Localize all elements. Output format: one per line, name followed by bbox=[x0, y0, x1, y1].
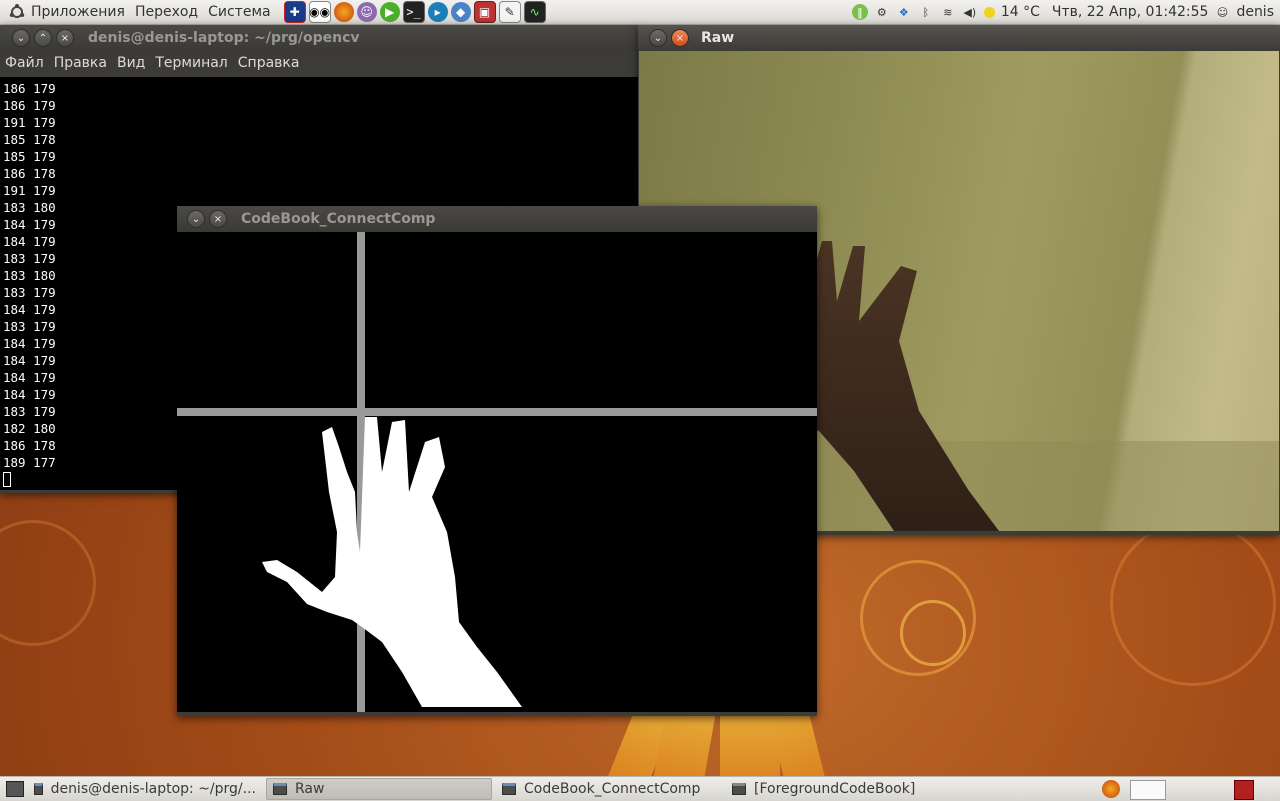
menu-file[interactable]: Файл bbox=[0, 55, 49, 71]
show-desktop-icon[interactable] bbox=[6, 781, 24, 797]
volume-icon[interactable]: ◀) bbox=[962, 4, 978, 20]
menu-help[interactable]: Справка bbox=[233, 55, 305, 71]
window-title: Raw bbox=[701, 30, 735, 46]
foreground-mask bbox=[177, 232, 817, 712]
sun-icon bbox=[983, 6, 995, 18]
terminal-line: 186 179 bbox=[3, 98, 56, 113]
minimize-button[interactable]: ⌄ bbox=[649, 29, 667, 47]
wifi-icon[interactable]: ≋ bbox=[940, 4, 956, 20]
play-icon[interactable]: ▶ bbox=[379, 2, 400, 22]
taskbar-label: CodeBook_ConnectComp bbox=[524, 781, 701, 797]
flag-uk-icon[interactable]: ✚ bbox=[283, 1, 306, 23]
terminal-line: 191 179 bbox=[3, 115, 56, 130]
taskbar-label: [ForegroundCodeBook] bbox=[754, 781, 916, 797]
minimize-button[interactable]: ⌄ bbox=[187, 210, 205, 228]
menu-system[interactable]: Система bbox=[203, 4, 275, 20]
hand-silhouette bbox=[262, 417, 522, 707]
menu-view[interactable]: Вид bbox=[112, 55, 150, 71]
window-title: CodeBook_ConnectComp bbox=[241, 211, 436, 227]
minimize-button[interactable]: ⌄ bbox=[12, 29, 30, 47]
menu-terminal[interactable]: Терминал bbox=[150, 55, 232, 71]
taskbar-item-foreground[interactable]: [ForegroundCodeBook] bbox=[726, 778, 952, 800]
window-title: denis@denis-laptop: ~/prg/opencv bbox=[88, 30, 360, 46]
menu-places[interactable]: Переход bbox=[130, 4, 203, 20]
window-task-icon bbox=[732, 783, 746, 795]
monitor-icon[interactable]: ∿ bbox=[523, 1, 546, 23]
maximize-button[interactable]: ⌃ bbox=[34, 29, 52, 47]
user-name[interactable]: denis bbox=[1236, 4, 1274, 20]
trash-icon[interactable] bbox=[1234, 780, 1254, 800]
terminal-cursor bbox=[3, 472, 11, 487]
pidgin-icon[interactable]: ☺ bbox=[356, 2, 377, 22]
taskbar-item-raw[interactable]: Raw bbox=[266, 778, 492, 800]
weather-label[interactable]: 14 °C bbox=[1001, 4, 1040, 20]
close-button[interactable]: × bbox=[56, 29, 74, 47]
codebook-titlebar[interactable]: ⌄ × CodeBook_ConnectComp bbox=[177, 206, 817, 232]
menu-edit[interactable]: Правка bbox=[49, 55, 112, 71]
terminal-titlebar[interactable]: ⌄ ⌃ × denis@denis-laptop: ~/prg/opencv bbox=[0, 25, 640, 51]
launcher-group: ✚ ◉◉ ☺ ▶ >_ ▸ ◆ ▣ ✎ ∿ bbox=[283, 1, 546, 23]
bottom-panel: denis@denis-laptop: ~/prg/... Raw CodeBo… bbox=[0, 776, 1280, 801]
clock[interactable]: Чтв, 22 Апр, 01:42:55 bbox=[1052, 4, 1209, 20]
media-icon[interactable]: ▸ bbox=[427, 2, 448, 22]
close-button[interactable]: × bbox=[209, 210, 227, 228]
close-button[interactable]: × bbox=[671, 29, 689, 47]
terminal-line: 191 179 bbox=[3, 183, 56, 198]
menu-applications[interactable]: Приложения bbox=[26, 4, 130, 20]
system-tray: ‖ ⚙ ❖ ᛒ ≋ ◀) 14 °C Чтв, 22 Апр, 01:42:55… bbox=[851, 0, 1280, 24]
window-task-icon bbox=[502, 783, 516, 795]
terminal-icon[interactable]: >_ bbox=[402, 1, 425, 23]
horizontal-divider bbox=[177, 408, 817, 416]
taskbar-item-terminal[interactable]: denis@denis-laptop: ~/prg/... bbox=[28, 778, 262, 800]
window-task-icon bbox=[273, 783, 287, 795]
raw-titlebar[interactable]: ⌄ × Raw bbox=[638, 25, 1280, 51]
terminal-line: 186 179 bbox=[3, 81, 56, 96]
top-panel: Приложения Переход Система ✚ ◉◉ ☺ ▶ >_ ▸… bbox=[0, 0, 1280, 25]
mask-image bbox=[177, 232, 817, 712]
bird-icon[interactable]: ◆ bbox=[450, 2, 471, 22]
user-icon: ☺ bbox=[1216, 5, 1229, 19]
terminal-task-icon bbox=[34, 783, 43, 795]
taskbar-label: denis@denis-laptop: ~/prg/... bbox=[50, 781, 256, 797]
terminal-line: 186 178 bbox=[3, 166, 56, 181]
codebook-window: ⌄ × CodeBook_ConnectComp bbox=[177, 206, 817, 716]
network-manager-icon[interactable]: ⚙ bbox=[874, 4, 890, 20]
pause-icon[interactable]: ‖ bbox=[851, 4, 868, 20]
taskbar-label: Raw bbox=[295, 781, 325, 797]
terminal-line: 185 178 bbox=[3, 132, 56, 147]
dropbox-icon[interactable]: ❖ bbox=[896, 4, 912, 20]
bluetooth-icon[interactable]: ᛒ bbox=[918, 4, 934, 20]
terminal-menubar: Файл Правка Вид Терминал Справка bbox=[0, 51, 640, 75]
editor-icon[interactable]: ✎ bbox=[498, 1, 521, 23]
firefox-icon[interactable] bbox=[333, 2, 354, 22]
workspace-switcher[interactable] bbox=[1130, 780, 1166, 800]
terminal-line: 185 179 bbox=[3, 149, 56, 164]
firefox-task-icon[interactable] bbox=[1102, 780, 1120, 798]
taskbar-item-codebook[interactable]: CodeBook_ConnectComp bbox=[496, 778, 722, 800]
ubuntu-logo-icon[interactable] bbox=[8, 3, 26, 21]
screenshot-icon[interactable]: ▣ bbox=[473, 1, 496, 23]
eyes-icon[interactable]: ◉◉ bbox=[308, 1, 331, 23]
